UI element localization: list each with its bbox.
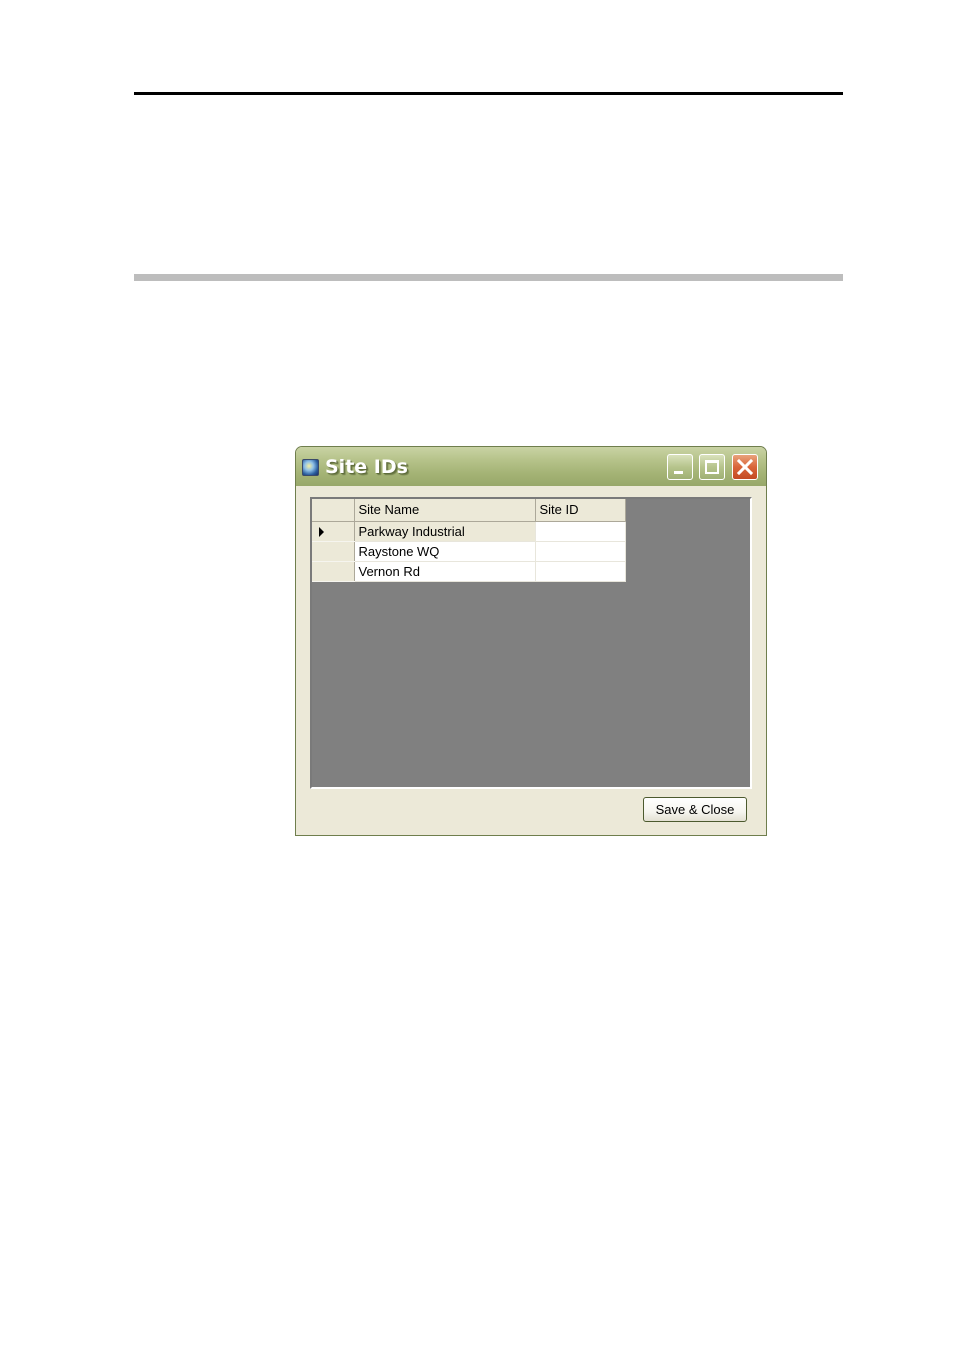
window-titlebar[interactable]: Site IDs [296,447,766,486]
current-row-arrow-icon [319,526,324,537]
row-header[interactable] [312,541,355,562]
globe-app-icon[interactable] [302,459,319,476]
row-header[interactable] [312,521,355,542]
site-id-cell[interactable] [535,521,626,542]
row-header[interactable] [312,561,355,582]
table-header-row: Site Name Site ID [312,499,626,522]
maximize-icon [705,460,719,474]
table-row[interactable]: Raystone WQ [312,541,626,562]
column-header-site-name[interactable]: Site Name [354,499,536,522]
close-icon [736,458,754,476]
site-table: Site Name Site ID Parkway Industrial Ray… [312,499,626,582]
minimize-button[interactable] [667,454,693,480]
maximize-button[interactable] [699,454,725,480]
close-button[interactable] [732,454,758,480]
window-title: Site IDs [325,456,408,478]
site-name-cell[interactable]: Raystone WQ [354,541,536,562]
site-grid[interactable]: Site Name Site ID Parkway Industrial Ray… [310,497,752,789]
table-row[interactable]: Vernon Rd [312,561,626,582]
minimize-icon [674,471,683,474]
site-name-cell[interactable]: Parkway Industrial [354,521,536,542]
grid-corner-cell[interactable] [312,499,355,522]
site-id-cell[interactable] [535,541,626,562]
section-divider [134,274,843,281]
site-id-cell[interactable] [535,561,626,582]
column-header-site-id[interactable]: Site ID [535,499,626,522]
table-row[interactable]: Parkway Industrial [312,521,626,542]
page-top-rule [134,92,843,95]
save-and-close-button[interactable]: Save & Close [643,797,747,822]
site-ids-window: Site IDs Site Name Site ID Parkway Indus… [295,446,767,836]
site-name-cell[interactable]: Vernon Rd [354,561,536,582]
